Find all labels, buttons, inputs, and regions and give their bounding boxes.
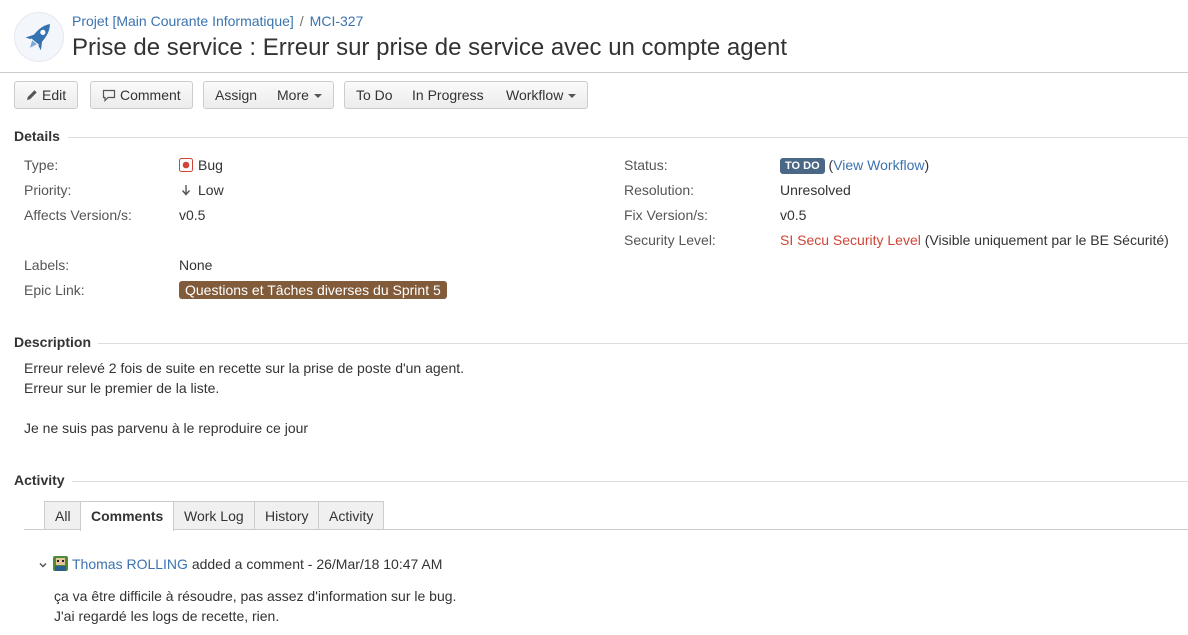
project-avatar[interactable] (14, 12, 64, 62)
type-label: Type: (24, 157, 59, 173)
pencil-icon (27, 90, 37, 100)
status-label: Status: (624, 157, 668, 173)
tab-all[interactable]: All (44, 501, 82, 530)
tabs-baseline (24, 529, 1188, 530)
arrow-down-icon (181, 185, 191, 196)
security-level-note: (Visible uniquement par le BE Sécurité) (924, 232, 1169, 248)
comment-body: ça va être difficile à résoudre, pas ass… (54, 586, 456, 626)
workflow-button-label: Workflow (506, 87, 564, 103)
tab-work-log[interactable]: Work Log (173, 501, 255, 530)
priority-value: Low (179, 182, 224, 198)
affects-version-value: v0.5 (179, 207, 206, 223)
type-value-text: Bug (198, 157, 223, 173)
view-workflow-link[interactable]: View Workflow (833, 157, 924, 173)
epic-link-value: Questions et Tâches diverses du Sprint 5 (179, 281, 447, 299)
tab-activity[interactable]: Activity (318, 501, 385, 530)
status-paren-close: ) (924, 157, 930, 173)
details-heading: Details (14, 128, 60, 144)
todo-button[interactable]: To Do (344, 81, 405, 109)
workflow-button[interactable]: Workflow (495, 81, 589, 109)
status-value: TO DO (View Workflow) (780, 157, 929, 174)
security-level-label: Security Level: (624, 232, 716, 248)
priority-label: Priority: (24, 182, 72, 198)
description-line: Erreur sur le premier de la liste. (24, 380, 220, 396)
comment-icon (102, 89, 116, 102)
security-level-value: SI Secu Security Level (Visible uniqueme… (780, 232, 1169, 248)
comment-line: J'ai regardé les logs de recette, rien. (54, 608, 280, 624)
edit-button-label: Edit (42, 87, 67, 103)
description-divider (98, 343, 1188, 344)
labels-label: Labels: (24, 257, 70, 273)
details-divider (68, 137, 1188, 138)
comment-button[interactable]: Comment (90, 81, 193, 109)
tab-history[interactable]: History (254, 501, 320, 530)
description-line: Erreur relevé 2 fois de suite en recette… (24, 360, 465, 376)
bug-icon (179, 158, 193, 172)
assign-button[interactable]: Assign (203, 81, 270, 109)
user-avatar-icon (53, 556, 68, 571)
resolution-value: Unresolved (780, 182, 851, 198)
affects-version-label: Affects Version/s: (24, 207, 132, 223)
chevron-down-icon[interactable] (38, 560, 48, 570)
security-level-text: SI Secu Security Level (780, 232, 921, 248)
labels-value: None (179, 257, 213, 273)
edit-button[interactable]: Edit (14, 81, 79, 109)
breadcrumb-project-link[interactable]: Projet [Main Courante Informatique] (72, 13, 294, 29)
status-lozenge: TO DO (780, 158, 825, 174)
project-rocket-icon (25, 23, 50, 51)
priority-value-text: Low (198, 182, 224, 198)
type-value: Bug (179, 157, 223, 173)
breadcrumb-separator: / (299, 13, 304, 29)
fix-version-link[interactable]: v0.5 (780, 207, 806, 223)
comment-button-label: Comment (120, 87, 181, 103)
issue-header: Projet [Main Courante Informatique] / MCI-… (0, 0, 1188, 73)
more-button[interactable]: More (266, 81, 334, 109)
in-progress-button[interactable]: In Progress (401, 81, 496, 109)
breadcrumb: Projet [Main Courante Informatique] / MCI-… (72, 13, 363, 29)
resolution-label: Resolution: (624, 182, 695, 198)
description-heading: Description (14, 334, 92, 350)
page-title: Prise de service : Erreur sur prise de s… (72, 34, 787, 61)
breadcrumb-issue-key[interactable]: MCI-327 (310, 13, 364, 29)
chevron-down-icon (568, 94, 577, 99)
fix-version-label: Fix Version/s: (624, 207, 709, 223)
tab-comments[interactable]: Comments (80, 501, 175, 531)
comment-line: ça va être difficile à résoudre, pas ass… (54, 588, 457, 604)
activity-divider (72, 481, 1188, 482)
comment-author-link[interactable]: Thomas ROLLING (72, 556, 188, 572)
epic-link-label: Epic Link: (24, 282, 85, 298)
description-body: Erreur relevé 2 fois de suite en recette… (24, 358, 464, 438)
comment-header: Thomas ROLLING added a comment - 26/Mar/… (38, 556, 442, 572)
chevron-down-icon (313, 94, 322, 99)
comment-meta: added a comment - 26/Mar/18 10:47 AM (191, 556, 443, 572)
more-button-label: More (277, 87, 309, 103)
activity-heading: Activity (14, 472, 65, 488)
epic-lozenge[interactable]: Questions et Tâches diverses du Sprint 5 (179, 281, 447, 299)
description-line: Je ne suis pas parvenu à le reproduire c… (24, 420, 309, 436)
